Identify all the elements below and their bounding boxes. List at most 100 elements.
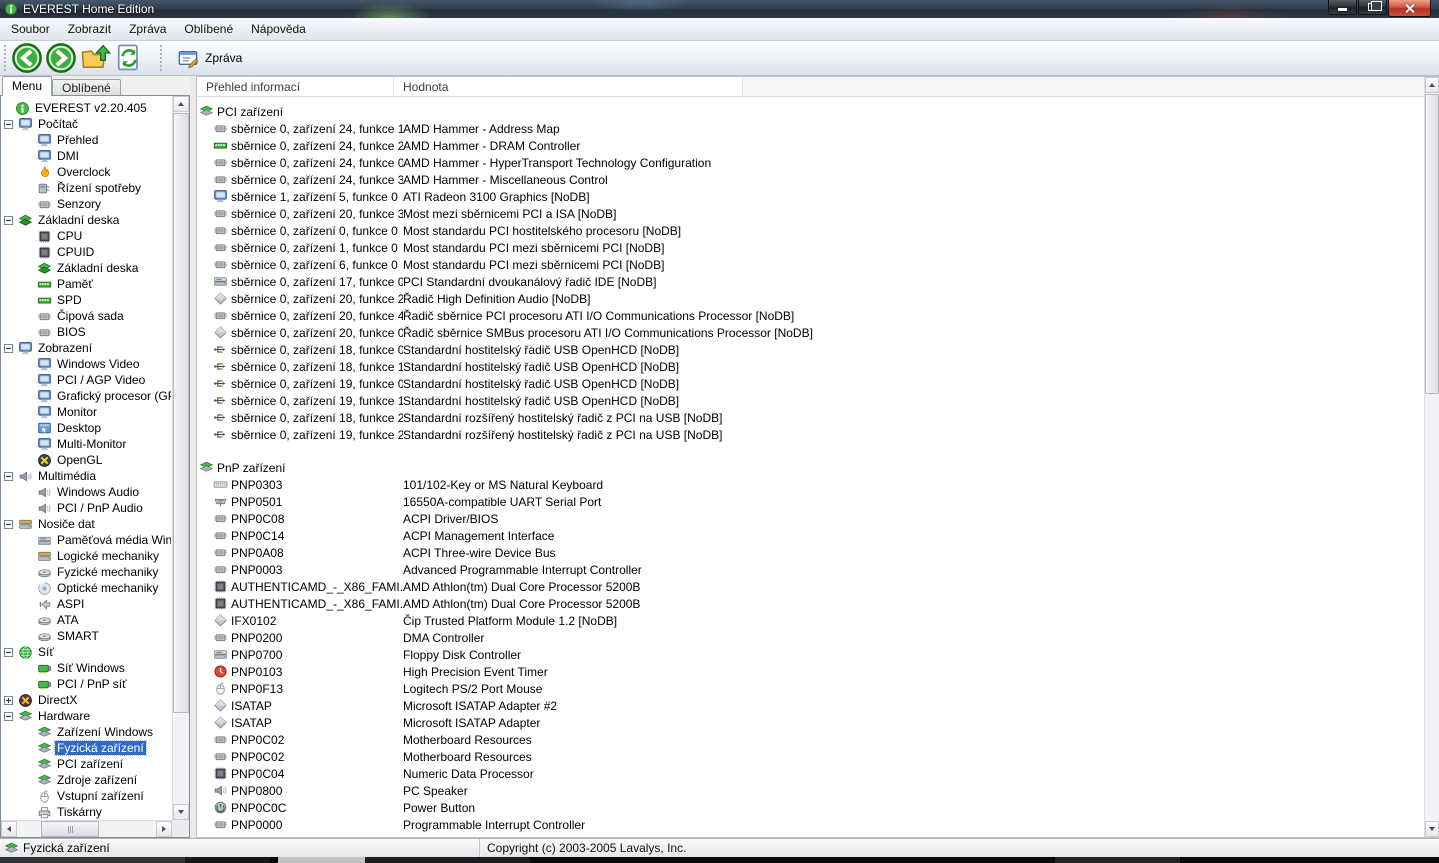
tab-oblibene[interactable]: Oblíbené (52, 79, 121, 96)
section-header-pnp-zarizeni[interactable]: PnP zařízení (197, 459, 1424, 476)
menu-item-zprava[interactable]: Zpráva (120, 19, 175, 40)
sidebar-item-pci-pnp-sit[interactable]: PCI / PnP síť (1, 676, 171, 692)
table-row[interactable]: PNP0303101/102-Key or MS Natural Keyboar… (197, 476, 1424, 493)
sidebar-item-everest-v2-20-405[interactable]: EVEREST v2.20.405 (1, 100, 171, 116)
table-row[interactable]: ISATAPMicrosoft ISATAP Adapter (197, 714, 1424, 731)
sidebar-item-smart[interactable]: SMART (1, 628, 171, 644)
list-vertical-scrollbar[interactable] (1424, 77, 1439, 837)
tab-menu[interactable]: Menu (2, 76, 52, 96)
sidebar-item-pci-agp-video[interactable]: PCI / AGP Video (1, 372, 171, 388)
menu-item-oblibene[interactable]: Oblíbené (175, 19, 242, 40)
table-row[interactable]: PNP050116550A-compatible UART Serial Por… (197, 493, 1424, 510)
scroll-down-button[interactable] (1425, 821, 1439, 837)
table-row[interactable]: PNP0000Programmable Interrupt Controller (197, 816, 1424, 833)
scroll-up-button[interactable] (173, 96, 189, 112)
forward-button[interactable] (45, 43, 77, 73)
table-row[interactable]: sběrnice 0, zařízení 20, funkce 0Řadič s… (197, 324, 1424, 341)
table-row[interactable]: PNP0F13Logitech PS/2 Port Mouse (197, 680, 1424, 697)
sidebar-item-graficky-procesor-gpu[interactable]: Grafický procesor (GPU) (1, 388, 171, 404)
sidebar-item-tiskarny[interactable]: Tiskárny (1, 804, 171, 819)
table-row[interactable]: PNP0003Advanced Programmable Interrupt C… (197, 561, 1424, 578)
collapse-icon[interactable] (4, 520, 13, 529)
table-row[interactable]: sběrnice 0, zařízení 19, funkce 0Standar… (197, 375, 1424, 392)
table-row[interactable]: sběrnice 0, zařízení 24, funkce 2AMD Ham… (197, 137, 1424, 154)
table-row[interactable]: sběrnice 0, zařízení 24, funkce 0AMD Ham… (197, 154, 1424, 171)
sidebar-item-multimedia[interactable]: Multimédia (1, 468, 171, 484)
table-row[interactable]: PNP0C08ACPI Driver/BIOS (197, 510, 1424, 527)
sidebar-item-fyzicke-mechaniky[interactable]: Fyzické mechaniky (1, 564, 171, 580)
column-header-overview[interactable]: Přehled informací (197, 77, 394, 96)
toolbar-gripper[interactable] (3, 45, 8, 71)
sidebar-item-pamet[interactable]: Paměť (1, 276, 171, 292)
sidebar-item-vstupni-zarizeni[interactable]: Vstupní zařízení (1, 788, 171, 804)
sidebar-item-monitor[interactable]: Monitor (1, 404, 171, 420)
table-row[interactable]: sběrnice 0, zařízení 18, funkce 1Standar… (197, 358, 1424, 375)
sidebar-item-sit-windows[interactable]: Síť Windows (1, 660, 171, 676)
section-header-pci-zarizeni[interactable]: PCI zařízení (197, 103, 1424, 120)
sidebar-item-windows-video[interactable]: Windows Video (1, 356, 171, 372)
sidebar-item-sit[interactable]: Síť (1, 644, 171, 660)
table-row[interactable]: sběrnice 0, zařízení 20, funkce 4Řadič s… (197, 307, 1424, 324)
up-button[interactable] (79, 43, 111, 73)
collapse-icon[interactable] (4, 120, 13, 129)
sidebar-item-opticke-mechaniky[interactable]: Optické mechaniky (1, 580, 171, 596)
table-row[interactable]: sběrnice 0, zařízení 24, funkce 1AMD Ham… (197, 120, 1424, 137)
collapse-icon[interactable] (4, 648, 13, 657)
refresh-button[interactable] (113, 43, 145, 73)
table-row[interactable]: sběrnice 0, zařízení 20, funkce 2Řadič H… (197, 290, 1424, 307)
table-row[interactable]: sběrnice 0, zařízení 0, funkce 0Most sta… (197, 222, 1424, 239)
sidebar-item-cpuid[interactable]: CPUID (1, 244, 171, 260)
sidebar-item-rizeni-spotreby[interactable]: Řízení spotřeby (1, 180, 171, 196)
tree-scroll-thumb[interactable] (173, 113, 189, 713)
expand-icon[interactable] (4, 696, 13, 705)
sidebar-item-desktop[interactable]: Desktop (1, 420, 171, 436)
table-row[interactable]: PNP0200DMA Controller (197, 629, 1424, 646)
table-row[interactable]: sběrnice 0, zařízení 19, funkce 1Standar… (197, 392, 1424, 409)
table-row[interactable]: PNP0C14ACPI Management Interface (197, 527, 1424, 544)
table-row[interactable]: sběrnice 0, zařízení 6, funkce 0Most sta… (197, 256, 1424, 273)
scroll-left-button[interactable] (1, 821, 17, 837)
sidebar-item-spd[interactable]: SPD (1, 292, 171, 308)
sidebar-item-bios[interactable]: BIOS (1, 324, 171, 340)
sidebar-item-pci-pnp-audio[interactable]: PCI / PnP Audio (1, 500, 171, 516)
table-row[interactable]: sběrnice 0, zařízení 24, funkce 3AMD Ham… (197, 171, 1424, 188)
sidebar-item-dmi[interactable]: DMI (1, 148, 171, 164)
list-scroll-thumb[interactable] (1425, 94, 1439, 394)
minimize-button[interactable] (1328, 0, 1357, 15)
sidebar-item-cipova-sada[interactable]: Čipová sada (1, 308, 171, 324)
report-button[interactable]: Zpráva (167, 43, 252, 73)
table-row[interactable]: PNP0800PC Speaker (197, 782, 1424, 799)
sidebar-item-logicke-mechaniky[interactable]: Logické mechaniky (1, 548, 171, 564)
tree-vertical-scrollbar[interactable] (172, 96, 189, 820)
sidebar-item-zobrazeni[interactable]: Zobrazení (1, 340, 171, 356)
sidebar-item-multi-monitor[interactable]: Multi-Monitor (1, 436, 171, 452)
sidebar-item-pci-zarizeni[interactable]: PCI zařízení (1, 756, 171, 772)
sidebar-item-hardware[interactable]: Hardware (1, 708, 171, 724)
sidebar-item-zakladni-deska[interactable]: Základní deska (1, 260, 171, 276)
table-row[interactable]: sběrnice 1, zařízení 5, funkce 0ATI Rade… (197, 188, 1424, 205)
sidebar-item-ata[interactable]: ATA (1, 612, 171, 628)
table-row[interactable]: sběrnice 0, zařízení 1, funkce 0Most sta… (197, 239, 1424, 256)
collapse-icon[interactable] (4, 712, 13, 721)
table-row[interactable]: IFX0102Čip Trusted Platform Module 1.2 [… (197, 612, 1424, 629)
table-row[interactable]: PNP0C02Motherboard Resources (197, 731, 1424, 748)
collapse-icon[interactable] (4, 472, 13, 481)
sidebar-item-zarizeni-windows[interactable]: Zařízení Windows (1, 724, 171, 740)
sidebar-item-opengl[interactable]: OpenGL (1, 452, 171, 468)
sidebar-item-nosice-dat[interactable]: Nosiče dat (1, 516, 171, 532)
sidebar-item-pocitac[interactable]: Počítač (1, 116, 171, 132)
scroll-up-button[interactable] (1425, 77, 1439, 93)
close-button[interactable] (1388, 0, 1431, 17)
sidebar-item-zakladni-deska[interactable]: Základní deska (1, 212, 171, 228)
table-row[interactable]: PNP0103High Precision Event Timer (197, 663, 1424, 680)
toolbar-gripper[interactable] (159, 45, 164, 71)
back-button[interactable] (11, 43, 43, 73)
sidebar-item-overclock[interactable]: Overclock (1, 164, 171, 180)
table-row[interactable]: AUTHENTICAMD_-_X86_FAMI...AMD Athlon(tm)… (197, 595, 1424, 612)
sidebar-item-directx[interactable]: DirectX (1, 692, 171, 708)
sidebar-item-pametova-media-windows[interactable]: Paměťová média Windows (1, 532, 171, 548)
menu-item-zobrazit[interactable]: Zobrazit (59, 19, 120, 40)
scroll-right-button[interactable] (156, 821, 172, 837)
table-row[interactable]: sběrnice 0, zařízení 17, funkce 0PCI Sta… (197, 273, 1424, 290)
sidebar-item-prehled[interactable]: Přehled (1, 132, 171, 148)
